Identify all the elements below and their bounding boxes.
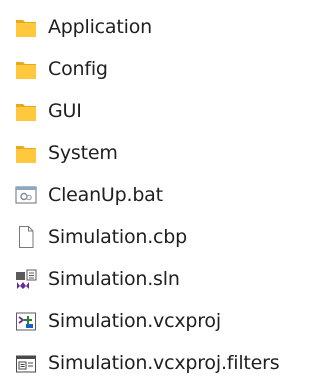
folder-icon [15, 57, 37, 81]
file-name: GUI [48, 100, 82, 122]
file-item-system[interactable]: System [0, 136, 316, 170]
file-item-application[interactable]: Application [0, 10, 316, 44]
file-name: Application [48, 16, 152, 38]
batch-file-icon [15, 183, 37, 207]
filters-file-icon [15, 351, 37, 375]
folder-icon [15, 99, 37, 123]
visual-studio-solution-icon [15, 267, 37, 291]
generic-file-icon [15, 225, 37, 249]
file-item-gui[interactable]: GUI [0, 94, 316, 128]
file-name: Simulation.cbp [48, 226, 188, 248]
file-item-config[interactable]: Config [0, 52, 316, 86]
folder-icon [15, 15, 37, 39]
folder-icon [15, 141, 37, 165]
file-item-simulation-sln[interactable]: Simulation.sln [0, 262, 316, 296]
file-name: Simulation.vcxproj [48, 310, 221, 332]
file-name: Simulation.vcxproj.filters [48, 352, 280, 374]
file-name: System [48, 142, 118, 164]
file-name: Config [48, 58, 108, 80]
file-name: CleanUp.bat [48, 184, 163, 206]
file-item-simulation-cbp[interactable]: Simulation.cbp [0, 220, 316, 254]
file-item-cleanup-bat[interactable]: CleanUp.bat [0, 178, 316, 212]
vcxproj-file-icon [15, 309, 37, 333]
file-name: Simulation.sln [48, 268, 180, 290]
file-item-simulation-vcxproj[interactable]: Simulation.vcxproj [0, 304, 316, 338]
file-item-simulation-vcxproj-filters[interactable]: Simulation.vcxproj.filters [0, 346, 316, 380]
